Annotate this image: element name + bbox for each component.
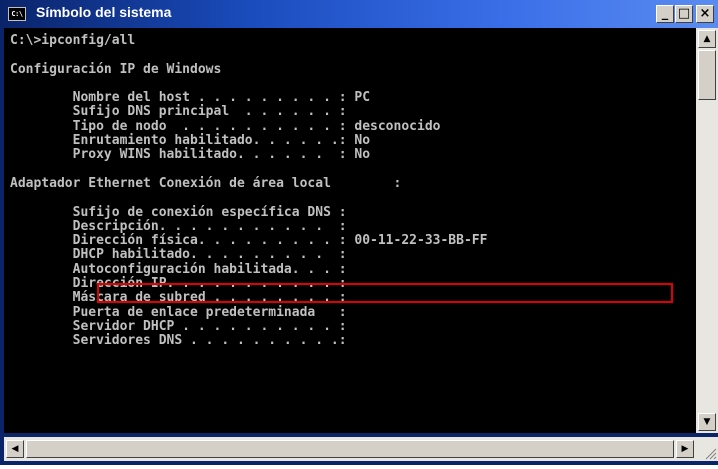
physical-address-highlight: [97, 283, 673, 303]
maximize-button[interactable]: □: [675, 5, 693, 23]
console-line: Autoconfiguración habilitada. . . :: [10, 261, 347, 277]
horizontal-scroll-thumb[interactable]: [26, 440, 674, 458]
console-line: Adaptador Ethernet Conexión de área loca…: [10, 175, 402, 191]
close-button[interactable]: ×: [696, 5, 714, 23]
console-line: Enrutamiento habilitado. . . . . .: No: [10, 133, 371, 149]
console-line: Nombre del host . . . . . . . . . : PC: [10, 90, 371, 106]
console-line: Puerta de enlace predeterminada :: [10, 304, 347, 320]
scroll-up-icon[interactable]: ▲: [698, 30, 716, 48]
console-line: Sufijo DNS principal . . . . . . :: [10, 104, 347, 120]
command-prompt-icon[interactable]: C:\: [8, 7, 26, 21]
console-output-area[interactable]: C:\>ipconfig/all Configuración IP de Win…: [4, 28, 696, 433]
console-line: Dirección física. . . . . . . . . : 00-1…: [10, 233, 488, 249]
window-bottom-border: [0, 461, 718, 465]
console-window: C:\ Símbolo del sistema _ □ × C:\>ipconf…: [0, 0, 718, 465]
console-line: DHCP habilitado. . . . . . . . . :: [10, 247, 347, 263]
console-line: Tipo de nodo . . . . . . . . . . : desco…: [10, 118, 441, 134]
vertical-scrollbar[interactable]: ▲ ▼: [696, 28, 718, 433]
scroll-left-icon[interactable]: ◀: [6, 440, 24, 458]
minimize-button[interactable]: _: [656, 5, 674, 23]
vertical-scroll-thumb[interactable]: [698, 50, 716, 100]
horizontal-scrollbar[interactable]: ◀ ▶: [4, 437, 696, 461]
console-line: C:\>ipconfig/all: [10, 33, 136, 48]
console-line: Descripción. . . . . . . . . . . :: [10, 218, 347, 234]
scroll-right-icon[interactable]: ▶: [676, 440, 694, 458]
console-line: Servidor DHCP . . . . . . . . . . :: [10, 318, 347, 334]
console-line: Configuración IP de Windows: [10, 61, 222, 77]
window-title: Símbolo del sistema: [36, 4, 172, 20]
console-line: Servidores DNS . . . . . . . . . .:: [10, 333, 347, 349]
scroll-down-icon[interactable]: ▼: [698, 413, 716, 431]
console-line: Sufijo de conexión específica DNS :: [10, 204, 347, 220]
console-line: Proxy WINS habilitado. . . . . . : No: [10, 147, 371, 163]
title-bar[interactable]: C:\ Símbolo del sistema _ □ ×: [0, 0, 718, 28]
